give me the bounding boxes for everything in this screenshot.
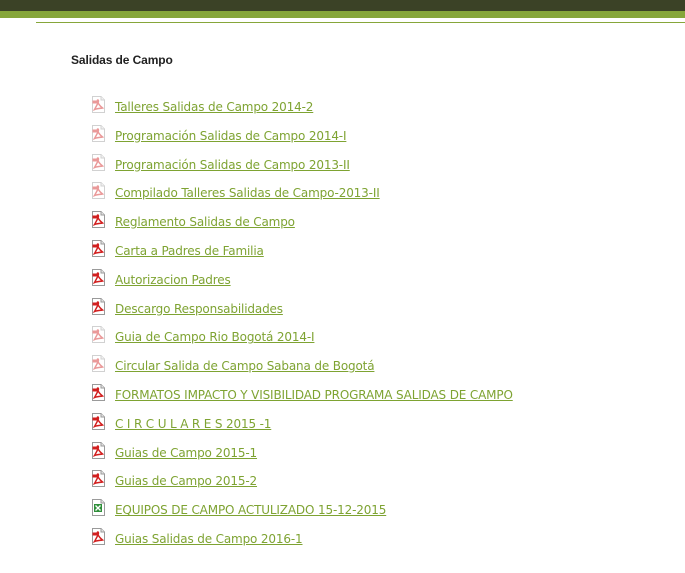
document-link[interactable]: Guias de Campo 2015-2 <box>115 474 257 488</box>
pdf-icon <box>91 326 106 344</box>
document-link[interactable]: Programación Salidas de Campo 2013-II <box>115 158 350 172</box>
site-top-bar <box>0 0 685 11</box>
document-link[interactable]: Guias de Campo 2015-1 <box>115 446 257 460</box>
section-title: Salidas de Campo <box>71 53 173 67</box>
pdf-icon <box>91 182 106 200</box>
pdf-icon <box>91 355 106 373</box>
pdf-icon <box>91 239 106 257</box>
pdf-icon <box>91 412 106 430</box>
document-link[interactable]: Carta a Padres de Familia <box>115 244 264 258</box>
pdf-icon <box>91 211 106 229</box>
pdf-icon <box>91 153 106 171</box>
document-link[interactable]: Guia de Campo Rio Bogotá 2014-I <box>115 330 315 344</box>
document-link[interactable]: Talleres Salidas de Campo 2014-2 <box>115 100 313 114</box>
document-link[interactable]: Reglamento Salidas de Campo <box>115 215 295 229</box>
pdf-icon <box>91 470 106 488</box>
site-accent-stripe <box>0 11 685 18</box>
document-link[interactable]: FORMATOS IMPACTO Y VISIBILIDAD PROGRAMA … <box>115 388 513 402</box>
pdf-icon <box>91 268 106 286</box>
pdf-icon <box>91 96 106 113</box>
pdf-icon <box>91 527 106 545</box>
document-link[interactable]: Compilado Talleres Salidas de Campo-2013… <box>115 186 380 200</box>
document-link[interactable]: EQUIPOS DE CAMPO ACTULIZADO 15-12-2015 <box>115 503 386 517</box>
document-link[interactable]: Circular Salida de Campo Sabana de Bogot… <box>115 359 375 373</box>
pdf-icon <box>91 297 106 315</box>
document-link[interactable]: Descargo Responsabilidades <box>115 302 283 316</box>
document-link[interactable]: Guias Salidas de Campo 2016-1 <box>115 532 303 546</box>
document-link[interactable]: C I R C U L A R E S 2015 -1 <box>115 417 271 431</box>
document-link[interactable]: Programación Salidas de Campo 2014-I <box>115 129 347 143</box>
document-link[interactable]: Autorizacion Padres <box>115 273 231 287</box>
divider-line <box>36 22 685 23</box>
pdf-icon <box>91 441 106 459</box>
pdf-icon <box>91 124 106 142</box>
pdf-icon <box>91 383 106 401</box>
excel-icon <box>91 499 106 517</box>
